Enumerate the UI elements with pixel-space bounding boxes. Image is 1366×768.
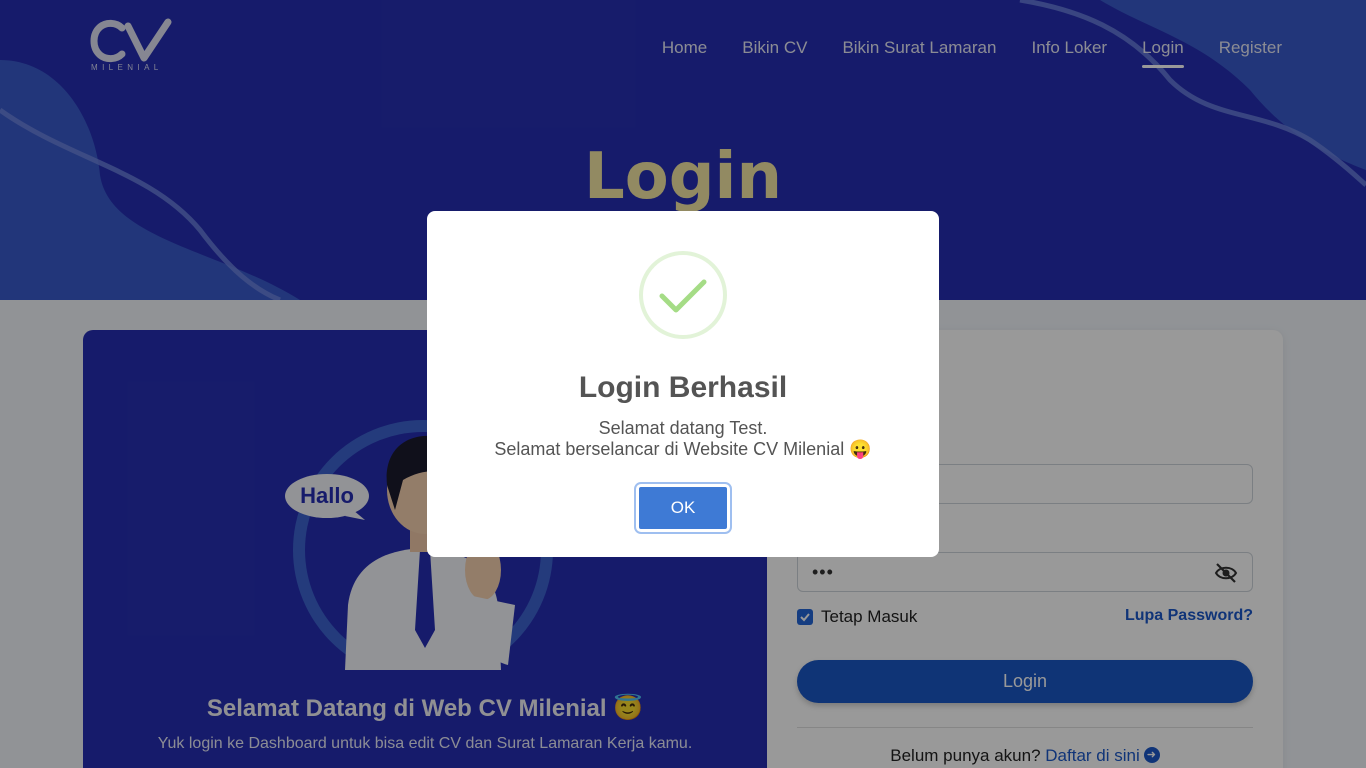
success-dialog: Login Berhasil Selamat datang Test. Sela… — [427, 211, 939, 557]
dialog-message: Selamat datang Test. Selamat berselancar… — [427, 418, 939, 460]
dialog-title: Login Berhasil — [578, 371, 788, 404]
success-check-icon — [639, 251, 727, 339]
ok-button[interactable]: OK — [634, 482, 732, 534]
dialog-message-line-1: Selamat datang Test. — [598, 418, 768, 438]
dialog-message-line-2: Selamat berselancar di Website CV Mileni… — [494, 439, 872, 459]
